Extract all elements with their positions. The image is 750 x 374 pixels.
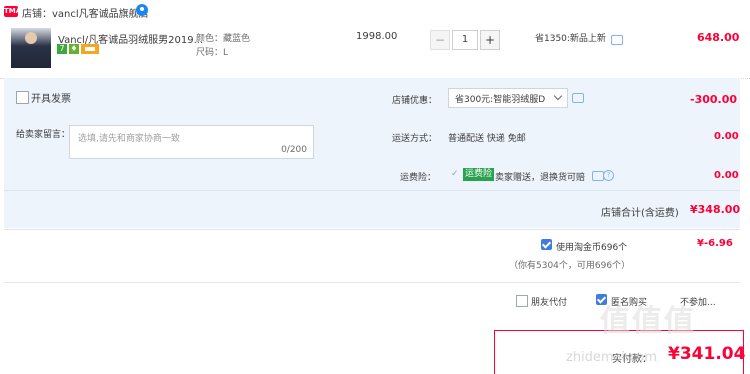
shipping-label: 运送方式：	[392, 134, 438, 144]
seller-message-label: 给卖家留言：	[16, 130, 71, 140]
check-icon: ✓	[451, 169, 459, 179]
use-coins-checkbox[interactable]	[541, 239, 552, 250]
invoice-checkbox[interactable]	[16, 91, 29, 104]
divider	[4, 190, 740, 191]
seven-day-return-icon: 7	[57, 44, 67, 54]
tmall-logo-icon: TMALL	[4, 6, 31, 17]
shipping-price: 0.00	[714, 131, 739, 142]
product-thumbnail[interactable]	[11, 28, 51, 68]
insurance-badge: 运费险	[463, 168, 495, 181]
divider	[4, 229, 740, 230]
coins-balance-info: （你有5304个，可用696个）	[509, 261, 631, 271]
shipping-method: 普通配送 快递 免邮	[448, 134, 526, 144]
item-subtotal: 648.00	[697, 31, 740, 44]
guarantee-icon: ♦	[69, 44, 79, 54]
quantity-increase-button[interactable]: +	[480, 30, 500, 50]
promo-info-icon[interactable]	[611, 35, 623, 45]
shop-coupon-value: 省300元:智能羽绒服D	[455, 95, 546, 105]
insurance-price: 0.00	[714, 170, 739, 181]
service-icons: 7 ♦	[57, 44, 99, 55]
coins-discount: ¥-6.96	[697, 238, 733, 249]
sku-color: 颜色：藏蓝色	[196, 34, 251, 44]
sku-size: 尺码：L	[196, 48, 229, 58]
credit-card-icon	[81, 44, 99, 54]
seller-message-input[interactable]: 选填,请先和商家协商一致 0/200	[69, 125, 314, 159]
character-counter: 0/200	[281, 145, 307, 155]
friend-pay-label[interactable]: 朋友代付	[531, 295, 567, 308]
help-icon[interactable]: ?	[603, 170, 614, 181]
friend-pay-checkbox[interactable]	[516, 295, 528, 307]
invoice-label[interactable]: 开具发票	[31, 90, 71, 105]
unit-price: 1998.00	[356, 31, 398, 42]
wangwang-chat-icon[interactable]	[136, 4, 148, 16]
use-coins-label[interactable]: 使用淘金币696个	[556, 240, 627, 253]
coupon-info-icon[interactable]	[572, 93, 584, 103]
watermark-url: zhidemai.com	[566, 350, 658, 365]
seller-message-placeholder: 选填,请先和商家协商一致	[78, 134, 180, 144]
coupon-discount: -300.00	[690, 93, 738, 106]
shop-coupon-select[interactable]: 省300元:智能羽绒服D	[448, 88, 568, 108]
shop-name[interactable]: 店铺：vancl凡客诚品旗舰店	[22, 5, 149, 20]
shop-total-label: 店铺合计(含运费)	[601, 208, 679, 219]
watermark-logo: 值值值	[600, 304, 696, 339]
shop-coupon-label: 店铺优惠：	[392, 96, 438, 106]
insurance-description: 卖家赠送，退换货可赔	[495, 173, 586, 183]
chevron-down-icon	[553, 91, 563, 101]
actual-payment-amount: ¥341.04	[668, 344, 746, 364]
insurance-label: 运费险：	[400, 173, 437, 183]
shop-total-value: ¥348.00	[690, 203, 741, 216]
quantity-decrease-button[interactable]: −	[430, 30, 450, 50]
quantity-stepper: − 1 +	[430, 30, 500, 50]
item-promotion: 省1350:新品上新	[535, 34, 606, 44]
quantity-input[interactable]: 1	[452, 30, 478, 50]
divider	[4, 282, 740, 283]
